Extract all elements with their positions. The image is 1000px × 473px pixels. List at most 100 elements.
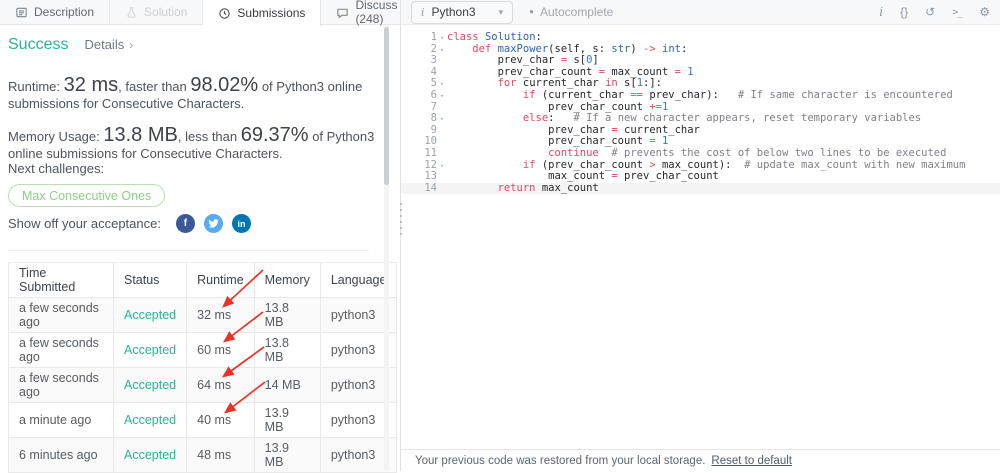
challenge-button[interactable]: Max Consecutive Ones [8,184,166,207]
flask-icon [125,6,138,19]
facebook-icon[interactable]: f [175,214,195,233]
table-row[interactable]: a few seconds ago Accepted 64 ms 14 MB pytho… [8,367,398,403]
code-line[interactable]: 14 return max_count [401,181,1000,195]
chevron-down-icon: ▾ [498,6,504,17]
fold-arrow-icon[interactable]: ▾ [437,113,447,125]
tab-solution[interactable]: Solution [110,0,204,24]
memory-percent: 69.37% [240,124,309,146]
table-cell: 40 ms [186,402,255,438]
table-cell: 48 ms [186,437,255,473]
code-toolbar: i Python3 ▾ ● Autocomplete i {} ↺ >_ ⚙ [401,0,1000,25]
table-cell: a minute ago [8,402,114,438]
table-cell: 32 ms [186,297,255,333]
table-cell: 13.8 MB [253,297,321,333]
description-icon [15,6,28,19]
code-text: return max_count [497,181,599,194]
console-icon[interactable]: >_ [952,7,963,18]
table-row[interactable]: 6 minutes ago Accepted 48 ms 13.9 MB python3 [8,437,398,473]
tab-description[interactable]: Description [0,0,111,24]
table-header-cell: Status [112,262,188,298]
runtime-value: 32 ms [63,74,119,96]
table-row[interactable]: a few seconds ago Accepted 60 ms 13.8 MB pyt… [8,332,398,368]
settings-icon[interactable]: ⚙ [979,5,990,19]
editor-toolbar-icons: i {} ↺ >_ ⚙ [879,5,990,19]
tab-label: Discuss (248) [355,0,398,26]
left-scrollbar-thumb[interactable] [384,27,389,185]
restored-message: Your previous code was restored from you… [415,454,706,467]
line-number: 11 [424,146,437,159]
table-header-row: Time Submitted Status Runtime Memory Languag… [8,262,398,298]
tab-bar: Description Solution Submissions Discuss… [0,0,400,26]
tab-label: Description [34,5,95,19]
share-label: Show off your acceptance: [8,216,161,231]
line-number: 14 [424,181,437,194]
table-cell: Accepted [112,367,188,403]
table-row[interactable]: a minute ago Accepted 40 ms 13.9 MB python3 [8,402,398,438]
reset-to-default-link[interactable]: Reset to default [711,455,792,467]
line-number: 8 [430,112,437,125]
divider [8,250,369,251]
runtime-summary: Runtime: 32 ms, faster than 98.02% of Py… [8,74,363,111]
table-header-cell: Runtime [186,262,255,298]
table-cell: 13.9 MB [253,402,321,438]
submissions-table: Time Submitted Status Runtime Memory Languag… [8,262,398,473]
table-cell: 60 ms [186,332,255,368]
twitter-icon[interactable] [203,214,223,233]
table-cell: 14 MB [253,367,321,403]
table-cell: 13.8 MB [253,332,321,368]
braces-icon[interactable]: {} [900,5,908,19]
language-select-value: Python3 [431,5,476,19]
fold-arrow-icon[interactable]: ▾ [437,90,447,102]
next-challenges-label: Next challenges: [8,161,105,176]
fold-arrow-icon[interactable]: ▾ [437,160,447,172]
table-cell: Accepted [112,297,188,333]
table-cell: 13.9 MB [253,437,321,473]
table-cell: Accepted [112,402,188,438]
table-header-cell: Memory [253,262,321,298]
table-cell: a few seconds ago [8,297,114,333]
table-header-cell: Time Submitted [8,262,114,298]
reset-icon[interactable]: ↺ [925,5,935,19]
runtime-percent: 98.02% [190,74,259,96]
table-cell: a few seconds ago [8,367,114,403]
line-number: 1 [430,31,437,43]
panel-resize-handle[interactable] [398,203,403,235]
tab-label: Solution [144,5,188,19]
autocomplete-label: Autocomplete [539,5,614,19]
editor-statusbar: Your previous code was restored from you… [401,449,1000,471]
line-number: 13 [424,170,437,183]
table-cell: Accepted [112,332,188,368]
table-row[interactable]: a few seconds ago Accepted 32 ms 13.8 MB pyt… [8,297,398,333]
memory-summary: Memory Usage: 13.8 MB, less than 69.37% … [8,124,375,161]
fold-arrow-icon[interactable]: ▾ [437,44,447,56]
info-icon[interactable]: i [879,5,883,19]
autocomplete-toggle[interactable]: ● Autocomplete [529,5,613,19]
memory-value: 13.8 MB [103,124,178,146]
linkedin-icon[interactable]: in [231,214,251,233]
details-link[interactable]: Details › [84,37,133,52]
table-cell: Accepted [112,437,188,473]
table-cell: 64 ms [186,367,255,403]
code-editor[interactable]: 1 ▾ class Solution: 2 ▾ def maxPower(self, s… [401,25,1000,449]
language-select[interactable]: i Python3 ▾ [411,0,514,24]
tab-discuss[interactable]: Discuss (248) [321,0,412,26]
tab-label: Submissions [237,6,306,20]
table-cell: a few seconds ago [8,332,114,368]
chevron-right-icon: › [129,38,134,52]
submission-result-panel: Success Details › Runtime: 32 ms, faster … [0,25,400,473]
table-cell: 6 minutes ago [8,437,114,473]
fold-arrow-icon[interactable]: ▾ [437,32,447,44]
line-number: 6 [430,88,437,101]
fold-arrow-icon[interactable]: ▾ [437,78,447,90]
autocomplete-dot-icon: ● [529,7,534,16]
status-heading: Success [8,36,69,53]
chat-icon [336,6,349,19]
tab-submissions[interactable]: Submissions [203,0,322,26]
